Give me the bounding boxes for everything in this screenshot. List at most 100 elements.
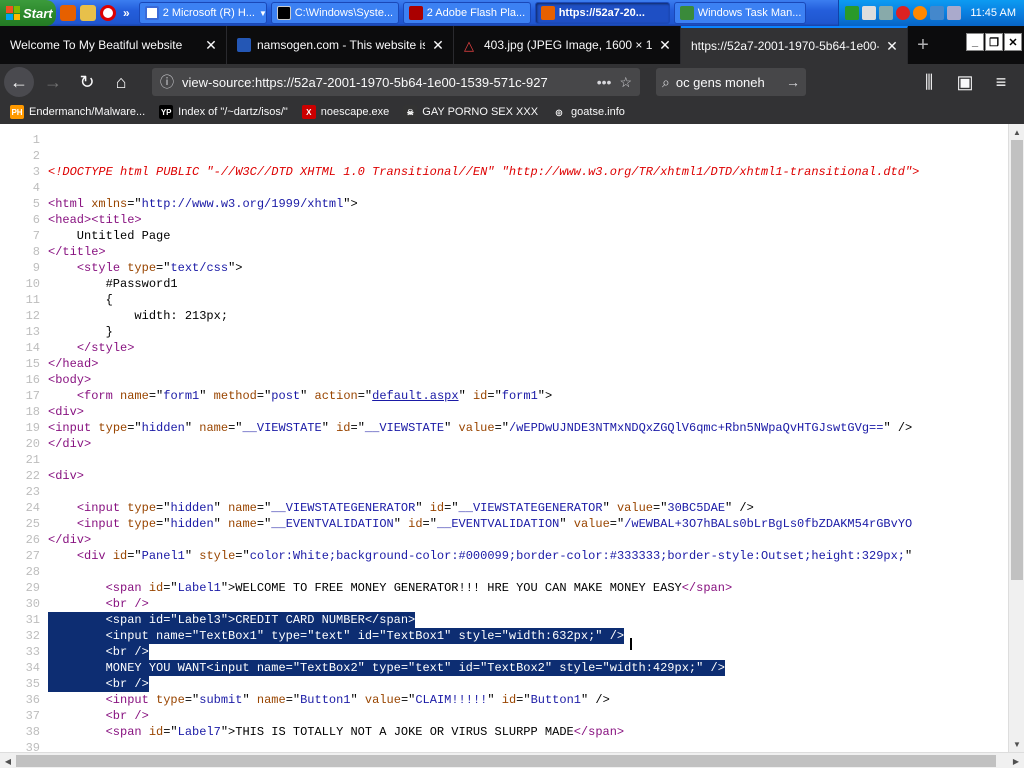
- close-icon[interactable]: ✕: [885, 38, 899, 55]
- home-icon[interactable]: ⌂: [106, 67, 136, 97]
- source-line: 28: [0, 564, 1008, 580]
- taskbar-button-task-manager[interactable]: Windows Task Man...: [673, 2, 806, 24]
- bookmark-item[interactable]: Xnoescape.exe: [301, 105, 389, 119]
- source-code[interactable]: <form name="form1" method="post" action=…: [48, 388, 552, 404]
- source-code[interactable]: <input type="hidden" name="__EVENTVALIDA…: [48, 516, 912, 532]
- source-code[interactable]: <div>: [48, 468, 84, 484]
- source-code[interactable]: <html xmlns="http://www.w3.org/1999/xhtm…: [48, 196, 358, 212]
- reload-icon[interactable]: ↻: [72, 67, 102, 97]
- close-icon[interactable]: ✕: [658, 37, 672, 54]
- back-icon[interactable]: ←: [4, 67, 34, 97]
- network-icon[interactable]: [879, 6, 894, 20]
- forward-icon[interactable]: →: [38, 67, 68, 97]
- source-code[interactable]: </title>: [48, 244, 106, 260]
- shield-icon[interactable]: [845, 6, 860, 20]
- source-token: </title>: [48, 245, 106, 259]
- source-code[interactable]: <div>: [48, 404, 84, 420]
- source-code[interactable]: <input type="hidden" name="__VIEWSTATE" …: [48, 420, 912, 436]
- source-code[interactable]: <body>: [48, 372, 91, 388]
- search-input[interactable]: ос gens moneh: [676, 75, 780, 90]
- scroll-up-icon[interactable]: ▲: [1009, 124, 1024, 140]
- source-code[interactable]: <br />: [48, 676, 149, 692]
- tab-403-image[interactable]: △ 403.jpg (JPEG Image, 1600 × 140 ✕: [454, 26, 681, 64]
- source-token[interactable]: default.aspx: [372, 389, 458, 403]
- sidebar-icon[interactable]: ▣: [950, 67, 980, 97]
- source-code[interactable]: <style type="text/css">: [48, 260, 243, 276]
- source-code[interactable]: <input type="submit" name="Button1" valu…: [48, 692, 610, 708]
- source-code[interactable]: <!DOCTYPE html PUBLIC "-//W3C//DTD XHTML…: [48, 164, 919, 180]
- vertical-scroll-thumb[interactable]: [1011, 140, 1023, 580]
- library-icon[interactable]: ⫼: [914, 67, 944, 97]
- url-text[interactable]: view-source:https://52a7-2001-1970-5b64-…: [182, 75, 589, 90]
- taskbar-button-flash[interactable]: 2 Adobe Flash Pla...: [402, 2, 531, 24]
- search-bar[interactable]: ⌕ ос gens moneh →: [656, 68, 806, 96]
- taskbar-button-cmd[interactable]: C:\Windows\Syste...: [270, 2, 399, 24]
- source-code[interactable]: </div>: [48, 532, 91, 548]
- taskmanager-icon: [679, 6, 694, 20]
- taskbar-button-firefox[interactable]: https://52a7-20...: [534, 2, 670, 24]
- source-code[interactable]: Untitled Page: [48, 228, 171, 244]
- source-code[interactable]: }: [48, 324, 113, 340]
- source-token: name: [228, 517, 257, 531]
- volume-icon[interactable]: [947, 6, 962, 20]
- source-code[interactable]: {: [48, 292, 113, 308]
- source-code[interactable]: </style>: [48, 340, 135, 356]
- search-go-icon[interactable]: →: [786, 74, 800, 90]
- info-icon[interactable]: ⓘ: [160, 72, 174, 92]
- bookmark-item[interactable]: ☠ GAY PORNO SEX XXX: [403, 105, 538, 119]
- source-code[interactable]: <br />: [48, 644, 149, 660]
- source-token: __EVENTVALIDATION: [436, 517, 560, 531]
- source-code[interactable]: <div id="Panel1" style="color:White;back…: [48, 548, 912, 564]
- hamburger-menu-icon[interactable]: ≡: [986, 67, 1016, 97]
- horizontal-scrollbar[interactable]: ◀ ▶: [0, 752, 1024, 768]
- source-code[interactable]: <span id="Label1">WELCOME TO FREE MONEY …: [48, 580, 733, 596]
- source-code[interactable]: MONEY YOU WANT<input name="TextBox2" typ…: [48, 660, 725, 676]
- close-window-icon[interactable]: ✕: [1004, 33, 1022, 51]
- source-code[interactable]: <input type="hidden" name="__VIEWSTATEGE…: [48, 500, 754, 516]
- close-icon[interactable]: ✕: [431, 37, 445, 54]
- bookmark-item[interactable]: YP Index of "/~dartz/isos/": [159, 105, 288, 119]
- firefox-icon[interactable]: [60, 5, 76, 21]
- source-token: ": [393, 517, 409, 531]
- source-code[interactable]: <input name="TextBox1" type="text" id="T…: [48, 628, 625, 644]
- bookmark-star-icon[interactable]: ☆: [619, 74, 632, 91]
- source-token: =": [516, 693, 531, 707]
- source-line: 38 <span id="Label7">THIS IS TOTALLY NOT…: [0, 724, 1008, 740]
- minimize-icon[interactable]: _: [966, 33, 984, 51]
- source-code[interactable]: <br />: [48, 596, 149, 612]
- security-alert-icon[interactable]: [896, 6, 911, 20]
- document-icon[interactable]: [862, 6, 877, 20]
- source-code[interactable]: </head>: [48, 356, 98, 372]
- vertical-scrollbar[interactable]: ▲ ▼: [1008, 124, 1024, 752]
- source-code[interactable]: #Password1: [48, 276, 178, 292]
- restore-icon[interactable]: ❐: [985, 33, 1003, 51]
- source-token: <span: [105, 581, 149, 595]
- source-code[interactable]: </div>: [48, 436, 91, 452]
- source-code[interactable]: <span id="Label7">THIS IS TOTALLY NOT A …: [48, 724, 625, 740]
- source-token: <br />: [48, 645, 149, 659]
- source-code[interactable]: <br />: [48, 708, 149, 724]
- scroll-down-icon[interactable]: ▼: [1009, 736, 1024, 752]
- horizontal-scroll-thumb[interactable]: [16, 755, 996, 767]
- bookmark-item[interactable]: ◎ goatse.info: [552, 105, 625, 119]
- tab-welcome[interactable]: Welcome To My Beatiful website ✕: [0, 26, 227, 64]
- tab-view-source[interactable]: https://52a7-2001-1970-5b64-1e00-1 ✕: [681, 26, 908, 64]
- source-code[interactable]: <span id="Label3">CREDIT CARD NUMBER</sp…: [48, 612, 416, 628]
- folder-icon[interactable]: [80, 5, 96, 21]
- taskbar-button-microsoft[interactable]: 2 Microsoft (R) H... ▼: [138, 2, 267, 24]
- bookmark-item[interactable]: PH Endermanch/Malware...: [10, 105, 145, 119]
- network-connection-icon[interactable]: [930, 6, 945, 20]
- tab-namsogen[interactable]: namsogen.com - This website is fo ✕: [227, 26, 454, 64]
- scroll-right-icon[interactable]: ▶: [1008, 753, 1024, 769]
- page-actions-icon[interactable]: •••: [597, 74, 612, 90]
- close-icon[interactable]: ✕: [204, 37, 218, 54]
- source-code[interactable]: <head><title>: [48, 212, 142, 228]
- start-button[interactable]: Start: [0, 0, 56, 26]
- url-bar[interactable]: ⓘ view-source:https://52a7-2001-1970-5b6…: [152, 68, 640, 96]
- opera-icon[interactable]: [100, 5, 116, 21]
- new-tab-icon[interactable]: +: [908, 26, 938, 64]
- scroll-left-icon[interactable]: ◀: [0, 753, 16, 769]
- quick-launch-more-icon[interactable]: »: [120, 6, 133, 20]
- search-icon[interactable]: [913, 6, 928, 20]
- source-code[interactable]: width: 213px;: [48, 308, 228, 324]
